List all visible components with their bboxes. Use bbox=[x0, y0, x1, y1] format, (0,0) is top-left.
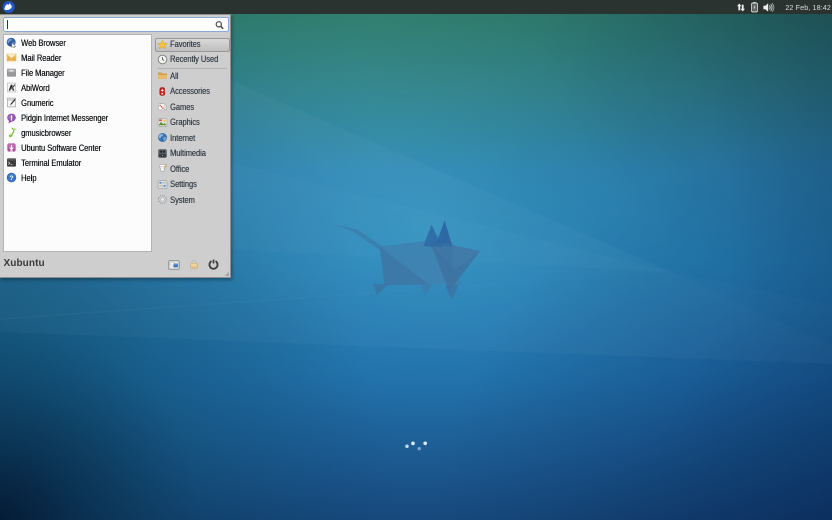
svg-text:?: ? bbox=[9, 175, 13, 182]
